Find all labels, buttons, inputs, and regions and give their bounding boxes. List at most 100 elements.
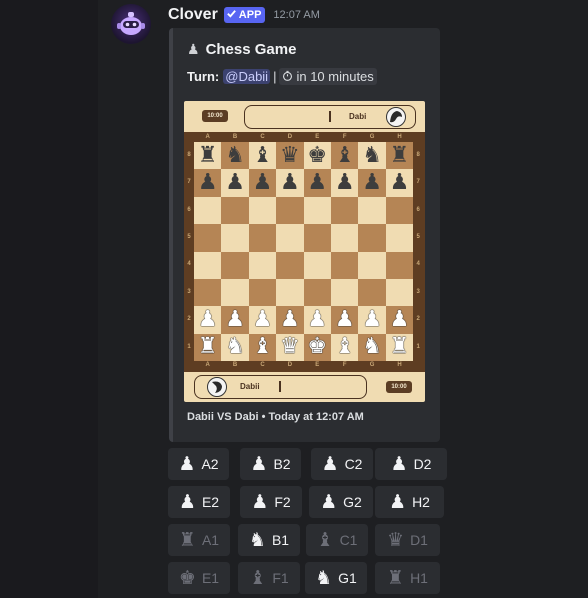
top-player-bar: Dabi xyxy=(244,105,416,129)
board-square-h3 xyxy=(385,279,414,307)
rank-label-4: 4 xyxy=(416,261,420,268)
move-button-g1[interactable]: ♞ G1 xyxy=(305,562,367,594)
app-badge: APP xyxy=(223,7,266,23)
board-square-f3 xyxy=(331,279,359,307)
board-square-a8: ♜ xyxy=(194,142,222,170)
move-button-a1[interactable]: ♜ A1 xyxy=(168,524,230,556)
board-square-b2: ♟ xyxy=(221,306,249,334)
move-button-d2[interactable]: ♟ D2 xyxy=(375,448,447,480)
embed-footer: Dabii VS Dabi • Today at 12:07 AM xyxy=(187,411,364,423)
white-king-icon: ♚ xyxy=(307,334,328,360)
file-label-f: F xyxy=(342,134,347,140)
move-button-label: D2 xyxy=(413,456,432,472)
white-pawn-icon: ♟ xyxy=(389,307,410,333)
file-label-c: C xyxy=(260,362,265,369)
move-button-e2[interactable]: ♟ E2 xyxy=(168,486,230,518)
move-button-g2[interactable]: ♟ G2 xyxy=(309,486,373,518)
board-square-e2: ♟ xyxy=(303,306,331,334)
file-label-g: G xyxy=(369,134,375,140)
move-button-c2[interactable]: ♟ C2 xyxy=(311,448,373,480)
bot-avatar[interactable] xyxy=(111,4,151,44)
board-square-a2: ♟ xyxy=(194,306,222,334)
rank-label-6: 6 xyxy=(416,206,420,213)
pawn-icon: ♟ xyxy=(178,453,196,475)
rank-label-6: 6 xyxy=(187,206,191,213)
board-square-b1: ♞ xyxy=(221,333,249,362)
move-button-h1[interactable]: ♜ H1 xyxy=(375,562,440,594)
board-square-h4 xyxy=(385,251,414,279)
board-square-c7: ♟ xyxy=(248,169,277,197)
rank-label-8: 8 xyxy=(187,151,191,158)
rank-label-2: 2 xyxy=(416,316,420,323)
bottom-player-bar: Dabii xyxy=(194,375,367,399)
user-mention[interactable]: @Dabii xyxy=(223,69,271,84)
white-rook-icon: ♜ xyxy=(389,334,410,360)
board-square-d5 xyxy=(276,224,304,252)
black-pawn-icon: ♟ xyxy=(362,170,382,196)
rank-label-3: 3 xyxy=(416,288,420,295)
board-square-a3 xyxy=(194,279,222,307)
board-square-e4 xyxy=(303,251,331,279)
author-name[interactable]: Clover xyxy=(168,6,218,24)
move-button-d1[interactable]: ♛ D1 xyxy=(375,524,440,556)
rank-label-1: 1 xyxy=(187,343,191,350)
move-button-b1[interactable]: ♞ B1 xyxy=(238,524,300,556)
white-rook-icon: ♜ xyxy=(197,334,218,360)
rank-label-4: 4 xyxy=(187,261,191,268)
board-square-d8: ♛ xyxy=(276,142,304,170)
black-queen-icon: ♛ xyxy=(280,142,300,168)
move-button-label: F1 xyxy=(272,570,289,586)
black-bishop-icon: ♝ xyxy=(334,142,355,168)
pawn-icon: ♟ xyxy=(250,453,268,475)
file-label-h: H xyxy=(397,134,402,140)
board-square-g8: ♞ xyxy=(358,142,386,170)
board-square-h8: ♜ xyxy=(385,142,414,170)
board-square-c3 xyxy=(248,279,277,307)
board-square-a4 xyxy=(194,251,222,279)
turn-label: Turn: xyxy=(187,69,220,84)
black-knight-icon: ♞ xyxy=(225,142,245,168)
move-button-label: G1 xyxy=(338,570,357,586)
board-square-f5 xyxy=(331,224,359,252)
knight-icon: ♞ xyxy=(248,529,266,551)
board-square-g5 xyxy=(358,224,386,252)
pawn-icon: ♟ xyxy=(321,453,339,475)
board-square-f4 xyxy=(331,251,359,279)
move-button-c1[interactable]: ♝ C1 xyxy=(306,524,368,556)
black-pawn-icon: ♟ xyxy=(225,170,245,196)
move-button-label: F2 xyxy=(274,494,291,510)
rank-label-8: 8 xyxy=(416,151,420,158)
board-square-f1: ♝ xyxy=(331,333,359,362)
move-button-label: E1 xyxy=(201,570,220,586)
move-button-e1[interactable]: ♚ E1 xyxy=(168,562,230,594)
board-square-b4 xyxy=(221,251,249,279)
bishop-icon: ♝ xyxy=(249,567,267,589)
top-player-divider xyxy=(329,111,331,122)
board-square-c8: ♝ xyxy=(248,142,277,170)
move-button-h2[interactable]: ♟ H2 xyxy=(375,486,444,518)
board-square-c6 xyxy=(248,196,277,225)
move-button-f2[interactable]: ♟ F2 xyxy=(240,486,302,518)
board-square-g7: ♟ xyxy=(358,169,386,197)
white-pawn-icon: ♟ xyxy=(197,307,218,333)
white-pawn-icon: ♟ xyxy=(225,307,245,333)
move-button-label: G2 xyxy=(343,494,362,510)
board-square-f8: ♝ xyxy=(331,142,359,170)
white-pawn-icon: ♟ xyxy=(362,307,382,333)
rank-label-7: 7 xyxy=(187,179,191,186)
black-rook-icon: ♜ xyxy=(197,142,218,168)
board-square-e3 xyxy=(303,279,331,307)
move-button-a2[interactable]: ♟ A2 xyxy=(168,448,229,480)
app-badge-label: APP xyxy=(238,9,262,21)
board-square-c5 xyxy=(248,224,277,252)
rank-label-7: 7 xyxy=(416,179,420,186)
black-bishop-icon: ♝ xyxy=(252,142,273,168)
file-label-g: G xyxy=(369,362,375,369)
move-button-b2[interactable]: ♟ B2 xyxy=(240,448,301,480)
move-button-f1[interactable]: ♝ F1 xyxy=(238,562,300,594)
pawn-icon: ♟ xyxy=(187,41,200,57)
move-button-label: A1 xyxy=(201,532,220,548)
board-square-e6 xyxy=(303,196,331,225)
pawn-icon: ♟ xyxy=(390,453,408,475)
embed-title: ♟ Chess Game xyxy=(187,41,296,58)
